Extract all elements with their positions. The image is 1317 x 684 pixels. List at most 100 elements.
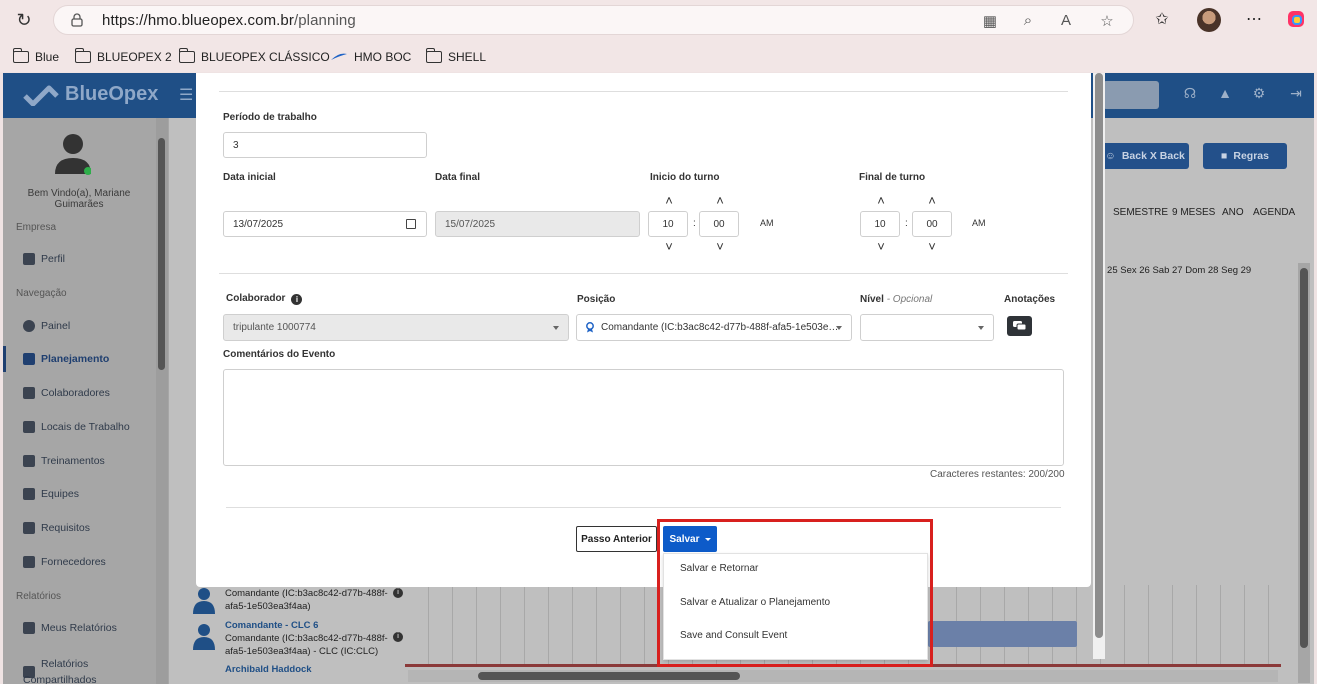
- modal-scroll-thumb[interactable]: [1095, 73, 1103, 638]
- final-turno-label: Final de turno: [859, 172, 926, 183]
- info-icon[interactable]: i: [393, 632, 403, 642]
- data-inicial-label: Data inicial: [223, 172, 276, 183]
- dashboard-icon: [23, 320, 35, 332]
- calendar-icon[interactable]: [406, 219, 416, 229]
- inicio-min-up-icon[interactable]: ˄: [714, 194, 726, 207]
- bookmark-blue[interactable]: Blue: [12, 48, 59, 66]
- divider: [226, 507, 1061, 508]
- browser-toolbar: ↻ https://hmo.blueopex.com.br/planning ▦…: [0, 0, 1317, 40]
- gear-icon[interactable]: ⚙: [1250, 85, 1268, 103]
- chars-remaining: Caracteres restantes: 200/200: [930, 469, 1065, 480]
- sidebar-item-meus-relatorios[interactable]: Meus Relatórios: [23, 622, 117, 634]
- horizontal-scroll-thumb[interactable]: [478, 672, 740, 680]
- periodo-label: Período de trabalho: [223, 112, 317, 123]
- brand-logo[interactable]: BlueOpex: [23, 83, 158, 106]
- tab-semestre[interactable]: SEMESTRE: [1113, 207, 1168, 218]
- row-position-1: Comandante (IC:b3ac8c42-d77b-488f- afa5-…: [225, 588, 388, 612]
- sidebar-item-painel[interactable]: Painel: [23, 320, 70, 332]
- regras-button[interactable]: ■ Regras: [1203, 143, 1287, 169]
- headset-icon[interactable]: ☊: [1181, 85, 1199, 103]
- time-colon: :: [905, 218, 908, 229]
- section-relatorios: Relatórios: [16, 591, 62, 602]
- tab-agenda[interactable]: AGENDA: [1253, 207, 1295, 218]
- bell-icon[interactable]: ▲: [1216, 85, 1234, 103]
- folder-icon: [425, 48, 442, 63]
- favorite-star-icon[interactable]: ☆: [1098, 12, 1116, 30]
- bookmark-hmo-boc[interactable]: HMO BOC: [330, 48, 411, 66]
- training-icon: [23, 455, 35, 467]
- calendar-icon: [23, 353, 35, 365]
- row-person-3: Archibald Haddock: [225, 664, 312, 675]
- profile-avatar[interactable]: [1197, 8, 1221, 32]
- comentarios-textarea[interactable]: [223, 369, 1064, 466]
- sidebar-item-treinamentos[interactable]: Treinamentos: [23, 455, 105, 467]
- more-icon[interactable]: ⋯: [1243, 9, 1265, 31]
- sidebar-item-equipes[interactable]: Equipes: [23, 488, 79, 500]
- briefcase-icon: [23, 253, 35, 265]
- supplier-icon: [23, 556, 35, 568]
- final-min-up-icon[interactable]: ˄: [926, 194, 938, 207]
- final-ampm[interactable]: AM: [972, 218, 986, 228]
- inicio-min-input[interactable]: 00: [699, 211, 739, 237]
- bookmark-shell[interactable]: SHELL: [425, 48, 486, 66]
- tab-ano[interactable]: ANO: [1222, 207, 1244, 218]
- inicio-hour-input[interactable]: 10: [648, 211, 688, 237]
- final-min-down-icon[interactable]: ˅: [926, 240, 938, 253]
- colaborador-select[interactable]: tripulante 1000774: [223, 314, 569, 341]
- sidebar-item-relatorios-compartilhados[interactable]: Relatórios Compartilhados: [23, 656, 97, 684]
- reload-icon[interactable]: ↻: [12, 8, 36, 32]
- favorites-icon[interactable]: ✩: [1151, 9, 1173, 31]
- nivel-select[interactable]: [860, 314, 994, 341]
- lock-icon: [71, 13, 83, 27]
- posicao-select[interactable]: Comandante (IC:b3ac8c42-d77b-488f-afa5-1…: [576, 314, 852, 341]
- inicio-hour-down-icon[interactable]: ˅: [663, 240, 675, 253]
- apps-icon[interactable]: ▦: [981, 12, 999, 30]
- logout-icon[interactable]: ⇥: [1287, 85, 1305, 103]
- zoom-icon[interactable]: ⌕: [1019, 12, 1037, 30]
- bookmark-blueopex-classico[interactable]: BLUEOPEX CLÁSSICO: [178, 48, 330, 66]
- sidebar-item-planejamento[interactable]: Planejamento: [23, 353, 109, 365]
- final-hour-up-icon[interactable]: ˄: [875, 194, 887, 207]
- final-hour-down-icon[interactable]: ˅: [875, 240, 887, 253]
- badge-icon: [586, 322, 594, 333]
- copilot-icon[interactable]: [1285, 9, 1307, 31]
- comentarios-label: Comentários do Evento: [223, 349, 336, 360]
- bookmark-blueopex-2[interactable]: BLUEOPEX 2: [74, 48, 172, 66]
- calendar-day-headers: ui 25 Sex 26 Sab 27 Dom 28 Seg 29: [1097, 265, 1252, 276]
- sidebar-item-locais[interactable]: Locais de Trabalho: [23, 421, 130, 433]
- logo-mark-icon: [23, 85, 59, 106]
- inicio-hour-up-icon[interactable]: ˄: [663, 194, 675, 207]
- sidebar-scroll-thumb[interactable]: [158, 138, 165, 370]
- users-icon: ☺: [1105, 150, 1116, 162]
- data-inicial-input[interactable]: 13/07/2025: [223, 211, 427, 237]
- periodo-input[interactable]: 3: [223, 132, 427, 158]
- header-select[interactable]: [1103, 81, 1159, 109]
- chat-icon: [1013, 321, 1027, 331]
- data-final-label: Data final: [435, 172, 481, 183]
- tab-9-meses[interactable]: 9 MESES: [1172, 207, 1215, 218]
- info-icon[interactable]: i: [393, 588, 403, 598]
- sidebar-item-colaboradores[interactable]: Colaboradores: [23, 387, 110, 399]
- folder-icon: [74, 48, 91, 63]
- back-x-back-button[interactable]: ☺ Back X Back: [1101, 143, 1189, 169]
- sidebar-item-requisitos[interactable]: Requisitos: [23, 522, 90, 534]
- grid-scroll-thumb[interactable]: [1300, 268, 1308, 648]
- time-colon: :: [693, 218, 696, 229]
- final-min-input[interactable]: 00: [912, 211, 952, 237]
- inicio-ampm[interactable]: AM: [760, 218, 774, 228]
- address-bar[interactable]: https://hmo.blueopex.com.br/planning ▦ ⌕…: [53, 5, 1134, 35]
- previous-step-button[interactable]: Passo Anterior: [576, 526, 657, 552]
- section-empresa: Empresa: [16, 222, 57, 233]
- sidebar: Bem Vindo(a), Mariane Guimarães Empresa …: [3, 118, 169, 684]
- annotations-button[interactable]: [1007, 316, 1032, 336]
- event-bar[interactable]: [928, 621, 1077, 647]
- final-hour-input[interactable]: 10: [860, 211, 900, 237]
- url-text: https://hmo.blueopex.com.br/planning: [102, 12, 356, 29]
- blueopex-logo-icon: [331, 53, 347, 60]
- sidebar-item-perfil[interactable]: Perfil: [23, 253, 65, 265]
- menu-icon[interactable]: ☰: [179, 85, 193, 105]
- read-aloud-icon[interactable]: A: [1057, 12, 1075, 30]
- inicio-min-down-icon[interactable]: ˅: [714, 240, 726, 253]
- sidebar-item-fornecedores[interactable]: Fornecedores: [23, 556, 106, 568]
- info-icon[interactable]: i: [291, 294, 303, 305]
